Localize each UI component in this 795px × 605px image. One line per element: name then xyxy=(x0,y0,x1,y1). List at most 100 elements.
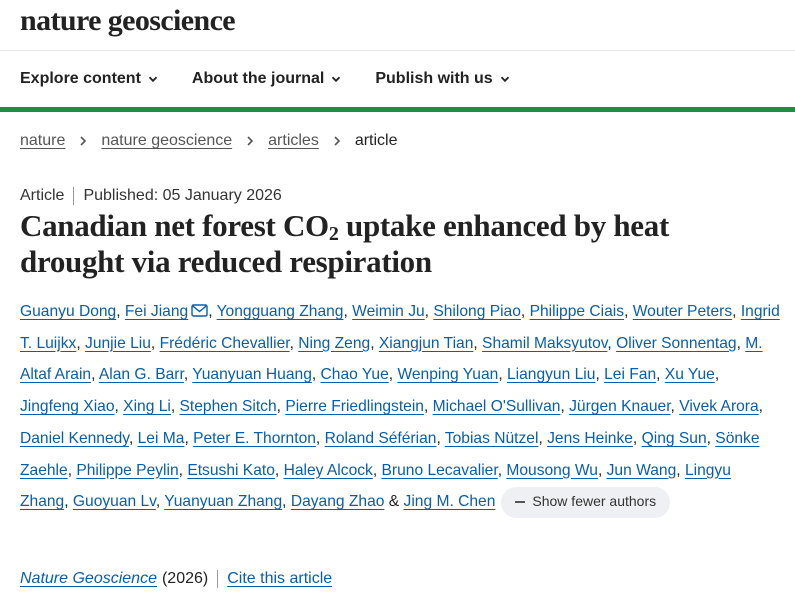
author-separator: , xyxy=(91,366,99,384)
author-link[interactable]: Xu Yue xyxy=(665,366,715,383)
author-separator: , xyxy=(274,461,284,479)
nav-explore-content[interactable]: Explore content xyxy=(20,70,158,88)
nav-item-label: About the journal xyxy=(191,70,325,87)
author-separator: , xyxy=(624,303,633,320)
author-link[interactable]: Pierre Friedlingstein xyxy=(285,398,424,415)
chevron-down-icon xyxy=(500,76,509,83)
journal-name-link[interactable]: Nature Geoscience xyxy=(20,570,157,588)
author-link[interactable]: Guanyu Dong xyxy=(20,303,116,320)
nav-item-label: Explore content xyxy=(20,70,141,87)
author-separator: , xyxy=(150,334,160,352)
author-link[interactable]: Lei Ma xyxy=(138,430,185,447)
author-link[interactable]: Stephen Sitch xyxy=(180,398,277,415)
author-separator: , xyxy=(183,366,193,384)
author-separator: , xyxy=(276,398,286,416)
author-link[interactable]: Alan G. Barr xyxy=(99,366,184,383)
minus-icon xyxy=(515,501,526,504)
site-header: nature geoscience xyxy=(0,0,795,51)
show-fewer-authors-button[interactable]: Show fewer authors xyxy=(501,486,671,518)
author-link[interactable]: Wenping Yuan xyxy=(397,366,498,383)
author-link[interactable]: Vivek Arora xyxy=(679,398,758,415)
author-list: Guanyu Dong, Fei Jiang, Yongguang Zhang,… xyxy=(20,296,780,518)
author-link[interactable]: Etsushi Kato xyxy=(187,462,275,479)
author-link[interactable]: Haley Alcock xyxy=(284,462,373,479)
author-separator: , xyxy=(676,461,685,479)
author-separator: , xyxy=(315,429,325,447)
author-separator: , xyxy=(116,303,125,320)
chevron-right-icon xyxy=(80,136,87,146)
author-separator: , xyxy=(560,398,570,416)
chevron-right-icon xyxy=(247,136,254,146)
nav-publish-with-us[interactable]: Publish with us xyxy=(375,70,509,88)
breadcrumb-current: article xyxy=(354,132,398,149)
author-link[interactable]: Chao Yue xyxy=(321,366,389,383)
citation-line: Nature Geoscience (2026) Cite this artic… xyxy=(20,570,332,588)
author-link[interactable]: Yuanyuan Zhang xyxy=(164,493,282,510)
author-separator: , xyxy=(670,398,680,416)
author-separator: , xyxy=(128,429,138,447)
author-separator: , xyxy=(498,366,507,384)
author-link[interactable]: Liangyun Liu xyxy=(507,366,595,383)
nav-about-journal[interactable]: About the journal xyxy=(192,70,341,88)
breadcrumb: nature nature geoscience articles articl… xyxy=(20,132,398,150)
author-link[interactable]: Philippe Ciais xyxy=(530,303,624,320)
title-subscript: 2 xyxy=(328,223,339,245)
author-separator: , xyxy=(114,398,124,416)
show-fewer-label: Show fewer authors xyxy=(532,493,657,510)
author-separator: , xyxy=(597,461,607,479)
author-link[interactable]: Jens Heinke xyxy=(547,430,633,447)
author-link[interactable]: Frédéric Chevallier xyxy=(160,335,290,352)
author-separator-last: & xyxy=(384,493,404,511)
author-link[interactable]: Mousong Wu xyxy=(506,462,598,479)
breadcrumb-nature-geoscience[interactable]: nature geoscience xyxy=(101,132,232,150)
author-link[interactable]: Daniel Kennedy xyxy=(20,430,129,447)
author-link[interactable]: Xing Li xyxy=(123,398,171,415)
author-separator: , xyxy=(372,461,382,479)
author-link[interactable]: Tobias Nützel xyxy=(445,430,539,447)
breadcrumb-articles[interactable]: articles xyxy=(268,132,319,150)
author-link[interactable]: Jing M. Chen xyxy=(404,493,496,510)
author-link[interactable]: Weimin Ju xyxy=(352,303,425,320)
author-link[interactable]: Jürgen Knauer xyxy=(569,398,670,415)
site-logo[interactable]: nature geoscience xyxy=(20,4,236,38)
author-separator: , xyxy=(311,366,321,384)
author-separator: , xyxy=(706,429,716,447)
author-separator: , xyxy=(343,303,353,320)
author-link[interactable]: Fei Jiang xyxy=(125,303,188,320)
author-link[interactable]: Yuanyuan Huang xyxy=(192,366,312,383)
author-link[interactable]: Guoyuan Lv xyxy=(73,493,156,510)
author-link[interactable]: Jun Wang xyxy=(607,462,677,479)
citation-divider xyxy=(217,570,219,588)
citation-year: (2026) xyxy=(161,570,209,587)
author-link[interactable]: Oliver Sonnentag xyxy=(616,335,737,352)
author-separator: , xyxy=(76,334,86,352)
author-link[interactable]: Yongguang Zhang xyxy=(217,303,344,320)
author-link[interactable]: Roland Séférian xyxy=(325,430,437,447)
author-link[interactable]: Ning Zeng xyxy=(298,335,370,352)
author-separator: , xyxy=(520,303,530,320)
cite-this-article-link[interactable]: Cite this article xyxy=(227,570,332,588)
article-title: Canadian net forest CO2 uptake enhanced … xyxy=(20,208,760,280)
author-link[interactable]: Philippe Peylin xyxy=(76,462,178,479)
author-link[interactable]: Shilong Piao xyxy=(433,303,521,320)
author-link[interactable]: Shamil Maksyutov xyxy=(482,335,607,352)
author-link[interactable]: Michael O'Sullivan xyxy=(433,398,561,415)
author-link[interactable]: Dayang Zhao xyxy=(291,493,385,510)
author-separator: , xyxy=(732,303,741,320)
mail-icon[interactable] xyxy=(191,304,208,317)
author-link[interactable]: Qing Sun xyxy=(642,430,707,447)
author-link[interactable]: Wouter Peters xyxy=(633,303,732,320)
author-link[interactable]: Xiangjun Tian xyxy=(379,335,474,352)
main-nav: Explore content About the journal Publis… xyxy=(0,51,795,112)
article-type: Article xyxy=(20,187,65,204)
chevron-down-icon xyxy=(148,76,158,83)
author-link[interactable]: Junjie Liu xyxy=(85,335,151,352)
chevron-right-icon xyxy=(334,136,340,146)
meta-divider xyxy=(73,187,75,205)
author-link[interactable]: Bruno Lecavalier xyxy=(382,462,498,479)
breadcrumb-nature[interactable]: nature xyxy=(20,132,65,150)
author-link[interactable]: Jingfeng Xiao xyxy=(20,398,115,415)
author-link[interactable]: Lei Fan xyxy=(604,366,656,383)
author-link[interactable]: Peter E. Thornton xyxy=(193,430,316,447)
author-separator: , xyxy=(184,429,194,447)
